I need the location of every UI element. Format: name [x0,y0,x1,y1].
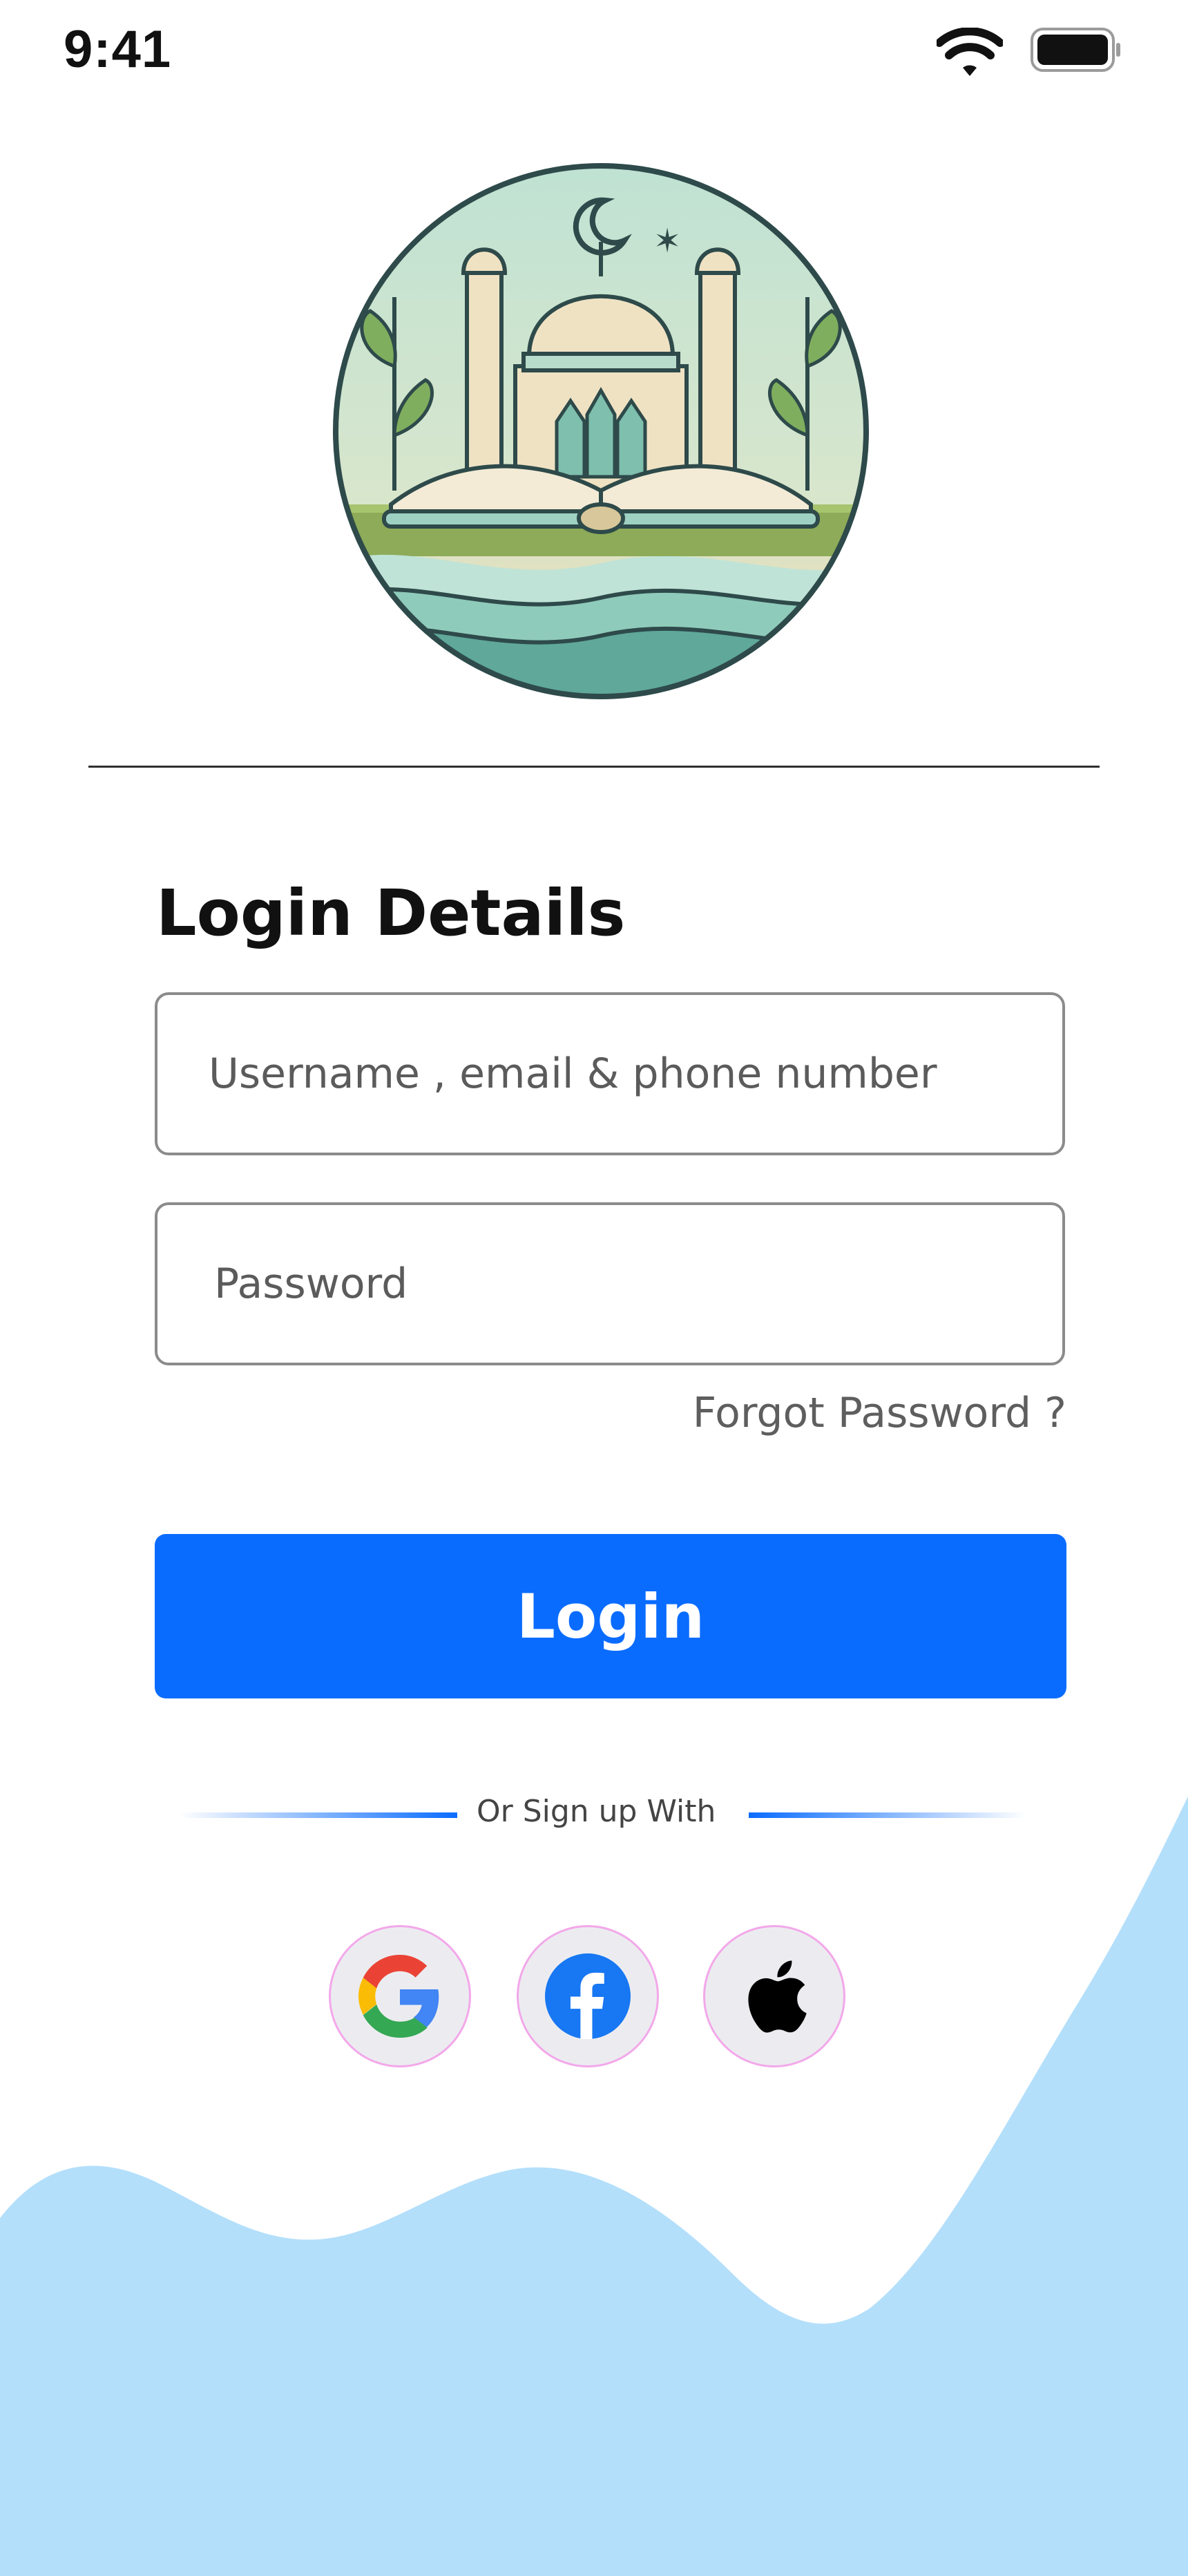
svg-text:✶: ✶ [653,222,681,261]
facebook-icon [545,1953,631,2039]
or-divider-right [749,1812,1026,1818]
battery-icon [1031,28,1120,72]
username-placeholder: Username , email & phone number [209,1050,937,1098]
login-button-label: Login [516,1580,705,1652]
apple-signin-button[interactable] [703,1925,845,2067]
or-divider-left [180,1812,457,1818]
password-placeholder: Password [214,1260,408,1308]
forgot-password-link[interactable]: Forgot Password ? [693,1389,1066,1437]
or-sign-up-text: Or Sign up With [477,1794,716,1829]
facebook-signin-button[interactable] [517,1925,659,2067]
mosque-book-logo: ✶ [333,163,869,699]
wifi-icon [937,28,1003,76]
status-time: 9:41 [64,20,172,79]
google-signin-button[interactable] [329,1925,471,2067]
page-title: Login Details [156,876,626,950]
apple-icon [748,1960,807,2033]
username-input[interactable]: Username , email & phone number [155,992,1065,1155]
background-wave [0,1797,1188,2576]
login-button[interactable]: Login [155,1534,1066,1698]
google-icon [358,1955,439,2038]
password-input[interactable]: Password [155,1202,1065,1365]
header-divider [88,766,1100,768]
